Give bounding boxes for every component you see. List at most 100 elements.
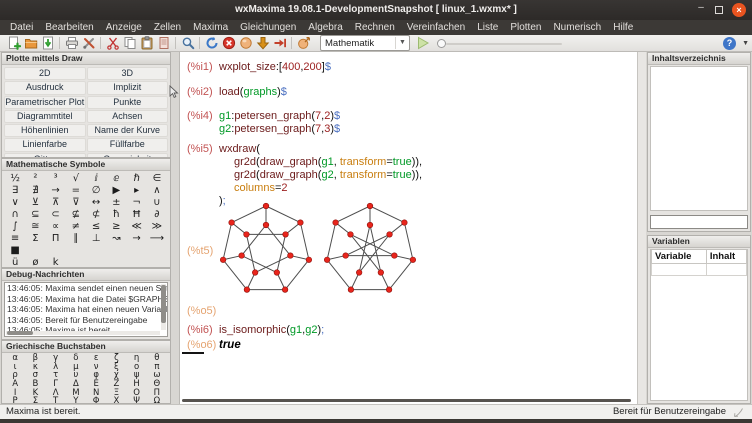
document-area[interactable]: (%i1)wxplot_size:[400,200]$ (%i2)load(gra…	[179, 52, 637, 404]
symbol-button[interactable]: ħ	[106, 209, 126, 221]
toc-list[interactable]	[650, 66, 748, 211]
find-icon[interactable]	[179, 36, 196, 51]
code-line[interactable]: (%i2)load(graphs)$	[187, 86, 635, 99]
close-button[interactable]: ×	[732, 3, 746, 17]
symbol-button[interactable]: ⊻	[25, 197, 45, 209]
symbol-button[interactable]: ≥	[106, 221, 126, 233]
symbol-button[interactable]: ≫	[147, 221, 167, 233]
symbol-button[interactable]: ∃	[5, 185, 25, 197]
new-document-icon[interactable]	[5, 36, 22, 51]
symbol-button[interactable]: Π	[46, 233, 66, 245]
symbol-button[interactable]: ⊈	[66, 209, 86, 221]
draw-button-diagrammtitel[interactable]: Diagrammtitel	[4, 110, 86, 123]
menu-item-hilfe[interactable]: Hilfe	[607, 20, 639, 35]
symbol-button[interactable]: →	[46, 185, 66, 197]
variable-value-cell[interactable]	[706, 264, 746, 276]
menu-item-algebra[interactable]: Algebra	[302, 20, 348, 35]
symbol-button[interactable]: ⟶	[147, 233, 167, 245]
symbol-button[interactable]: ■	[5, 245, 25, 257]
copy-icon[interactable]	[121, 36, 138, 51]
symbol-button[interactable]: ⊄	[86, 209, 106, 221]
code-line[interactable]: (%i1)wxplot_size:[400,200]$	[187, 61, 635, 74]
symbol-button[interactable]: ¬	[127, 197, 147, 209]
symbol-button[interactable]: ⊽	[66, 197, 86, 209]
cut-icon[interactable]	[104, 36, 121, 51]
symbol-button[interactable]: ²	[25, 173, 45, 185]
symbol-button[interactable]: Σ	[25, 233, 45, 245]
plot-petersen_graph-7-3-[interactable]	[323, 202, 417, 298]
paste-icon[interactable]	[138, 36, 155, 51]
symbol-button[interactable]: ü	[5, 257, 25, 268]
symbol-button[interactable]: ⊂	[46, 209, 66, 221]
code-line[interactable]: (%i5)wxdraw(	[187, 143, 635, 156]
symbol-button[interactable]: ∄	[25, 185, 45, 197]
symbol-button[interactable]: ⅈ	[86, 173, 106, 185]
draw-button-2d[interactable]: 2D	[4, 67, 86, 80]
symbol-button[interactable]: k	[46, 257, 66, 268]
menu-item-bearbeiten[interactable]: Bearbeiten	[39, 20, 99, 35]
menu-item-maxima[interactable]: Maxima	[187, 20, 234, 35]
animation-slider[interactable]	[436, 36, 564, 51]
menu-item-plotten[interactable]: Plotten	[504, 20, 547, 35]
draw-button-3d[interactable]: 3D	[87, 67, 169, 80]
code-line[interactable]: (%o5)	[187, 305, 635, 318]
interrupt-icon[interactable]	[220, 36, 237, 51]
symbol-button[interactable]: ∧	[147, 185, 167, 197]
code-line[interactable]: g2:petersen_graph(7,3)$	[187, 123, 635, 136]
symbol-button[interactable]: ▸	[127, 185, 147, 197]
menu-item-vereinfachen[interactable]: Vereinfachen	[401, 20, 471, 35]
symbol-button[interactable]: ∫	[5, 221, 25, 233]
menu-item-gleichungen[interactable]: Gleichungen	[234, 20, 302, 35]
toolbar-overflow-icon[interactable]: ▼	[742, 40, 749, 47]
draw-button-parametrischer-plot[interactable]: Parametrischer Plot	[4, 96, 86, 109]
symbol-button[interactable]: ∩	[5, 209, 25, 221]
code-line[interactable]: (%i6)is_isomorphic(g1,g2);	[187, 324, 635, 337]
symbol-button[interactable]: ≠	[66, 221, 86, 233]
symbol-button[interactable]: ½	[5, 173, 25, 185]
symbol-button[interactable]: ³	[46, 173, 66, 185]
code-line[interactable]: columns=2	[187, 182, 635, 195]
code-line[interactable]: gr2d(draw_graph(g1, transform=true)),	[187, 156, 635, 169]
mode-select[interactable]: Mathematik ▼	[320, 35, 410, 51]
toc-filter-input[interactable]	[650, 215, 748, 229]
menu-item-anzeige[interactable]: Anzeige	[100, 20, 148, 35]
save-icon[interactable]	[39, 36, 56, 51]
symbol-button[interactable]: √	[66, 173, 86, 185]
draw-button-name-der-kurve[interactable]: Name der Kurve	[87, 124, 169, 137]
jump-to-evaluation-icon[interactable]	[295, 36, 312, 51]
symbol-button[interactable]: ∪	[147, 197, 167, 209]
symbol-button[interactable]: ≪	[127, 221, 147, 233]
symbol-button[interactable]: ℏ	[127, 173, 147, 185]
symbol-button[interactable]: ∅	[86, 185, 106, 197]
symbol-button[interactable]: ∂	[147, 209, 167, 221]
draw-button-ausdruck[interactable]: Ausdruck	[4, 81, 86, 94]
symbol-button[interactable]: ≅	[25, 221, 45, 233]
configure-icon[interactable]	[80, 36, 97, 51]
symbol-button[interactable]: ↔	[86, 197, 106, 209]
code-line[interactable]: (%i4)g1:petersen_graph(7,2)$	[187, 110, 635, 123]
symbol-button[interactable]: ∨	[5, 197, 25, 209]
print-icon[interactable]	[63, 36, 80, 51]
restart-maxima-icon[interactable]	[203, 36, 220, 51]
open-icon[interactable]	[22, 36, 39, 51]
play-animation-button[interactable]	[416, 36, 430, 50]
symbol-button[interactable]: ↝	[106, 233, 126, 245]
delete-icon[interactable]	[155, 36, 172, 51]
draw-button-linienfarbe[interactable]: Linienfarbe	[4, 138, 86, 151]
document-vertical-scrollbar[interactable]	[637, 52, 646, 404]
code-line[interactable]: (%o6)true	[187, 339, 635, 352]
symbol-button[interactable]: ∝	[46, 221, 66, 233]
symbol-button[interactable]: ⅇ	[106, 173, 126, 185]
symbol-button[interactable]: ⊼	[46, 197, 66, 209]
menu-item-liste[interactable]: Liste	[471, 20, 504, 35]
symbol-button[interactable]: Ħ	[127, 209, 147, 221]
evaluate-icon[interactable]	[254, 36, 271, 51]
symbol-button[interactable]: ∥	[66, 233, 86, 245]
symbol-button[interactable]: ▶	[106, 185, 126, 197]
draw-button-höhenlinien[interactable]: Höhenlinien	[4, 124, 86, 137]
menu-item-datei[interactable]: Datei	[4, 20, 39, 35]
help-button[interactable]: ?	[723, 37, 736, 50]
draw-button-achsen[interactable]: Achsen	[87, 110, 169, 123]
symbol-button[interactable]: ≡	[5, 233, 25, 245]
symbol-button[interactable]: →	[127, 233, 147, 245]
